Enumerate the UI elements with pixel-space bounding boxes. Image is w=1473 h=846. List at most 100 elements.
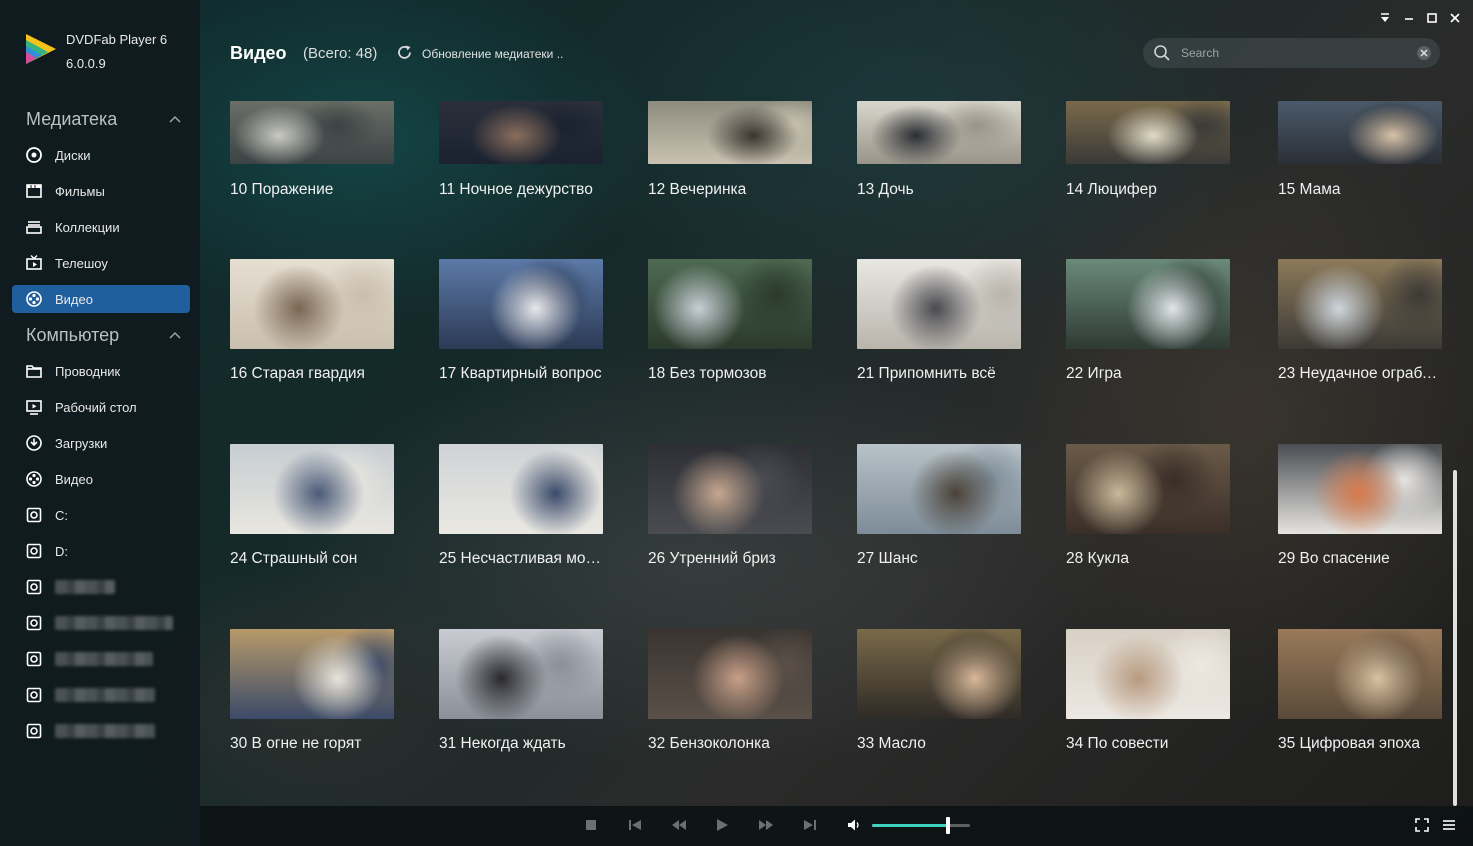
video-card[interactable]: 26 Утренний бриз [648, 444, 812, 568]
video-card[interactable]: 13 Дочь [857, 101, 1021, 199]
video-thumbnail[interactable] [439, 101, 603, 164]
video-card[interactable]: 16 Старая гвардия [230, 259, 394, 383]
download-icon [26, 435, 42, 451]
section-computer-header[interactable]: Компьютер [26, 325, 190, 349]
video-thumbnail[interactable] [230, 101, 394, 164]
video-thumbnail[interactable] [1066, 629, 1230, 719]
video-thumbnail[interactable] [648, 444, 812, 534]
video-title: 14 Люцифер [1066, 181, 1157, 198]
video-card[interactable]: 30 В огне не горят [230, 629, 394, 753]
sidebar-item-drive-redacted[interactable] [12, 717, 190, 745]
sidebar-item-collections[interactable]: Коллекции [12, 213, 190, 241]
disc-icon [26, 147, 42, 163]
video-thumbnail[interactable] [857, 259, 1021, 349]
video-card[interactable]: 21 Припомнить всё [857, 259, 1021, 383]
page-title: Видео [230, 43, 287, 63]
sidebar-item-drive-redacted[interactable] [12, 609, 190, 637]
refresh-icon[interactable] [396, 44, 413, 61]
sidebar-item-drive-redacted[interactable] [12, 645, 190, 673]
video-thumbnail[interactable] [648, 259, 812, 349]
video-card[interactable]: 32 Бензоколонка [648, 629, 812, 753]
close-icon[interactable] [1447, 10, 1463, 26]
video-card[interactable]: 11 Ночное дежурство [439, 101, 603, 199]
volume-slider-handle[interactable] [946, 817, 950, 834]
video-card[interactable]: 10 Поражение [230, 101, 394, 199]
video-thumbnail[interactable] [1066, 101, 1230, 164]
video-card[interactable]: 27 Шанс [857, 444, 1021, 568]
video-thumbnail[interactable] [1278, 259, 1442, 349]
video-thumbnail[interactable] [1278, 444, 1442, 534]
drive-icon [26, 687, 42, 703]
sidebar-item-movies[interactable]: Фильмы [12, 177, 190, 205]
minimize-icon[interactable] [1401, 10, 1417, 26]
video-thumbnail[interactable] [857, 101, 1021, 164]
video-title: 33 Масло [857, 735, 926, 752]
sidebar-item-desktop[interactable]: Рабочий стол [12, 393, 190, 421]
video-thumbnail[interactable] [439, 629, 603, 719]
video-card[interactable]: 29 Во спасение [1278, 444, 1442, 568]
video-card[interactable]: 12 Вечеринка [648, 101, 812, 199]
video-thumbnail[interactable] [648, 101, 812, 164]
video-thumbnail[interactable] [439, 259, 603, 349]
video-card[interactable]: 34 По совести [1066, 629, 1230, 753]
volume-icon[interactable] [847, 818, 861, 832]
rewind-icon[interactable] [672, 818, 686, 832]
video-card[interactable]: 15 Мама [1278, 101, 1442, 199]
sidebar-item-drive-c[interactable]: C: [12, 501, 190, 529]
video-card[interactable]: 24 Страшный сон [230, 444, 394, 568]
sidebar-item-label: Видео [55, 471, 93, 487]
sidebar-item-label: Телешоу [55, 255, 108, 271]
chevron-up-icon[interactable] [168, 329, 182, 343]
next-track-icon[interactable] [803, 818, 817, 832]
drive-icon [26, 651, 42, 667]
video-card[interactable]: 14 Люцифер [1066, 101, 1230, 199]
fast-forward-icon[interactable] [759, 818, 773, 832]
video-thumbnail[interactable] [230, 259, 394, 349]
clear-search-icon[interactable] [1416, 45, 1432, 61]
sidebar-item-video[interactable]: Видео [12, 285, 190, 313]
search-input[interactable] [1181, 44, 1401, 62]
video-card[interactable]: 35 Цифровая эпоха [1278, 629, 1442, 753]
menu-dropdown-icon[interactable] [1377, 10, 1393, 26]
video-card[interactable]: 25 Несчастливая монета [439, 444, 605, 568]
scrollbar-thumb[interactable] [1453, 470, 1457, 806]
sidebar-item-discs[interactable]: Диски [12, 141, 190, 169]
video-thumbnail[interactable] [439, 444, 603, 534]
video-card[interactable]: 33 Масло [857, 629, 1021, 753]
video-thumbnail[interactable] [857, 444, 1021, 534]
section-library-header[interactable]: Медиатека [26, 109, 190, 133]
sidebar-item-computer-video[interactable]: Видео [12, 465, 190, 493]
video-thumbnail[interactable] [1066, 444, 1230, 534]
video-thumbnail[interactable] [230, 629, 394, 719]
video-thumbnail[interactable] [1278, 629, 1442, 719]
video-thumbnail[interactable] [857, 629, 1021, 719]
video-card[interactable]: 28 Кукла [1066, 444, 1230, 568]
maximize-icon[interactable] [1424, 10, 1440, 26]
sidebar-item-label: Фильмы [55, 183, 105, 199]
app-name: DVDFab Player 6 [66, 32, 168, 47]
video-title: 27 Шанс [857, 550, 918, 567]
sidebar-item-drive-d[interactable]: D: [12, 537, 190, 565]
sidebar-item-drive-redacted[interactable] [12, 681, 190, 709]
video-card[interactable]: 31 Некогда ждать [439, 629, 603, 753]
video-thumbnail[interactable] [648, 629, 812, 719]
playlist-icon[interactable] [1442, 818, 1456, 832]
video-card[interactable]: 17 Квартирный вопрос [439, 259, 603, 383]
sidebar-item-explorer[interactable]: Проводник [12, 357, 190, 385]
chevron-up-icon[interactable] [168, 113, 182, 127]
sidebar-item-downloads[interactable]: Загрузки [12, 429, 190, 457]
search-icon[interactable] [1153, 44, 1171, 62]
video-thumbnail[interactable] [1278, 101, 1442, 164]
stop-icon[interactable] [584, 818, 598, 832]
previous-track-icon[interactable] [628, 818, 642, 832]
fullscreen-icon[interactable] [1415, 818, 1429, 832]
video-thumbnail[interactable] [1066, 259, 1230, 349]
video-card[interactable]: 23 Неудачное ограбление [1278, 259, 1444, 383]
sidebar-item-tvshows[interactable]: Телешоу [12, 249, 190, 277]
sidebar-item-drive-redacted[interactable] [12, 573, 190, 601]
play-icon[interactable] [715, 818, 729, 832]
video-card[interactable]: 18 Без тормозов [648, 259, 812, 383]
video-title: 16 Старая гвардия [230, 365, 365, 382]
video-thumbnail[interactable] [230, 444, 394, 534]
video-card[interactable]: 22 Игра [1066, 259, 1230, 383]
